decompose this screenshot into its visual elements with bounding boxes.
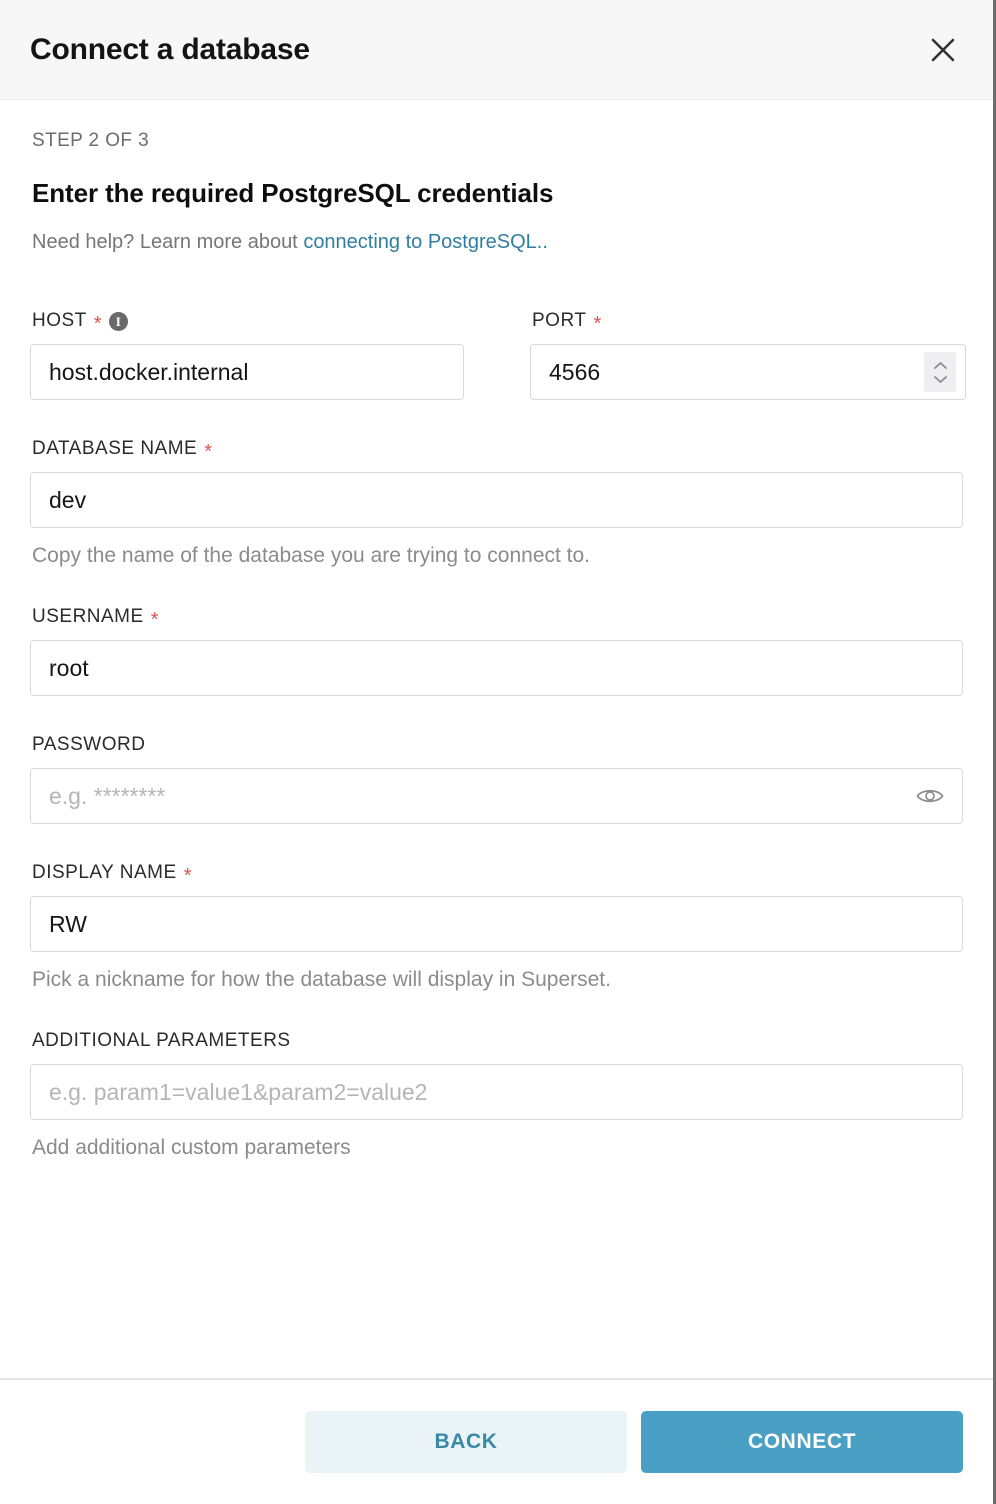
additional-parameters-placeholder: e.g. param1=value1&param2=value2 [49, 1078, 428, 1105]
additional-parameters-label-text: ADDITIONAL PARAMETERS [32, 1030, 291, 1051]
port-label: PORT * [532, 310, 966, 335]
password-input[interactable]: e.g. ******** [30, 768, 963, 824]
help-text-prefix: Need help? Learn more about [32, 231, 304, 253]
postgres-docs-link[interactable]: connecting to PostgreSQL.. [303, 231, 548, 253]
password-label-text: PASSWORD [32, 734, 146, 755]
modal-header: Connect a database [0, 0, 993, 100]
username-field-group: USERNAME * root [30, 606, 963, 696]
chevron-up-icon[interactable] [933, 361, 948, 370]
additional-parameters-help: Add additional custom parameters [32, 1136, 351, 1159]
display-name-field-group: DISPLAY NAME * RW [30, 862, 963, 952]
username-input[interactable]: root [30, 640, 963, 696]
step-indicator: STEP 2 OF 3 [32, 130, 150, 151]
additional-parameters-field-group: ADDITIONAL PARAMETERS e.g. param1=value1… [30, 1030, 963, 1120]
port-label-text: PORT [532, 310, 587, 331]
close-button[interactable] [921, 28, 965, 72]
host-required-mark: * [93, 313, 103, 335]
database-name-input-value: dev [49, 486, 87, 513]
connect-database-modal: Connect a database STEP 2 OF 3 Enter the… [0, 0, 996, 1504]
display-name-input[interactable]: RW [30, 896, 963, 952]
port-required-mark: * [593, 313, 602, 335]
port-field-group: PORT * 4566 [530, 310, 966, 400]
display-name-label-text: DISPLAY NAME [32, 862, 177, 883]
display-name-label: DISPLAY NAME * [32, 862, 963, 887]
password-placeholder: e.g. ******** [49, 782, 166, 809]
modal-footer: Back Connect [0, 1378, 993, 1504]
host-port-row: HOST * i host.docker.internal PORT * 456… [30, 310, 966, 400]
database-name-help: Copy the name of the database you are tr… [32, 544, 591, 567]
port-input-value: 4566 [549, 358, 601, 385]
help-text: Need help? Learn more about connecting t… [32, 231, 963, 254]
host-field-group: HOST * i host.docker.internal [30, 310, 464, 400]
database-name-label: DATABASE NAME * [32, 438, 963, 463]
database-name-label-text: DATABASE NAME [32, 438, 198, 459]
password-label: PASSWORD [32, 734, 963, 756]
additional-parameters-input[interactable]: e.g. param1=value1&param2=value2 [30, 1064, 963, 1120]
database-name-input[interactable]: dev [30, 472, 963, 528]
host-label: HOST * i [32, 310, 464, 335]
modal-body: STEP 2 OF 3 Enter the required PostgreSQ… [0, 100, 993, 1378]
chevron-down-icon[interactable] [933, 375, 948, 384]
username-label: USERNAME * [32, 606, 963, 631]
host-input-value: host.docker.internal [49, 358, 249, 385]
section-title: Enter the required PostgreSQL credential… [32, 178, 554, 208]
database-name-field-group: DATABASE NAME * dev [30, 438, 963, 528]
port-stepper[interactable] [924, 352, 956, 392]
display-name-input-value: RW [49, 910, 87, 937]
connect-button[interactable]: Connect [641, 1411, 963, 1473]
page-title: Connect a database [30, 32, 310, 66]
back-button[interactable]: Back [305, 1411, 627, 1473]
host-input[interactable]: host.docker.internal [30, 344, 464, 400]
display-name-help: Pick a nickname for how the database wil… [32, 968, 611, 991]
close-icon [928, 35, 958, 65]
display-name-required-mark: * [183, 865, 192, 887]
username-required-mark: * [150, 609, 159, 631]
database-name-required-mark: * [204, 441, 213, 463]
eye-icon[interactable] [916, 786, 944, 806]
username-input-value: root [49, 654, 89, 681]
info-icon[interactable]: i [109, 311, 129, 331]
password-field-group: PASSWORD e.g. ******** [30, 734, 963, 824]
port-input[interactable]: 4566 [530, 344, 966, 400]
additional-parameters-label: ADDITIONAL PARAMETERS [32, 1030, 963, 1052]
username-label-text: USERNAME [32, 606, 144, 627]
host-label-text: HOST [32, 310, 87, 331]
